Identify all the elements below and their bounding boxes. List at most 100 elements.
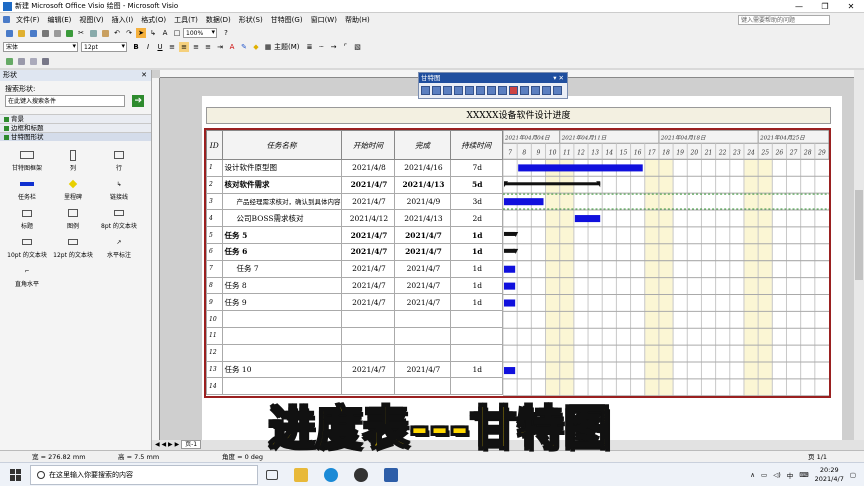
- align-left-icon[interactable]: ≡: [167, 42, 177, 52]
- task-end-cell[interactable]: 2021/4/7: [394, 360, 451, 379]
- shape-text-8pt[interactable]: 8pt 的文本块: [96, 207, 142, 230]
- table-row[interactable]: 8 任务 8 2021/4/7 2021/4/7 1d: [206, 276, 503, 295]
- task-name-cell[interactable]: [221, 310, 342, 328]
- table-row[interactable]: 2 核对软件需求 2021/4/7 2021/4/13 5d: [206, 175, 503, 194]
- shape-text-10pt[interactable]: 10pt 的文本块: [4, 236, 50, 259]
- task-start-cell[interactable]: 2021/4/7: [340, 242, 396, 261]
- theme-icon[interactable]: ▦: [263, 42, 273, 52]
- task-start-cell[interactable]: [340, 377, 396, 396]
- gantt-link-icon[interactable]: [542, 86, 551, 95]
- gantt-left-icon[interactable]: [520, 86, 529, 95]
- undo-icon[interactable]: ↶: [112, 28, 122, 38]
- help-icon[interactable]: ?: [221, 28, 231, 38]
- task-name-cell[interactable]: [221, 343, 342, 362]
- gantt-add-task-icon[interactable]: [498, 86, 507, 95]
- gantt-delete-icon[interactable]: [509, 86, 518, 95]
- cut-icon[interactable]: ✂: [76, 28, 86, 38]
- task-end-cell[interactable]: 2021/4/9: [394, 192, 451, 211]
- task-end-cell[interactable]: 2021/4/16: [394, 159, 451, 177]
- menu-window[interactable]: 窗口(W): [307, 15, 341, 25]
- line-ends-icon[interactable]: →: [329, 42, 339, 52]
- spelling-icon[interactable]: [64, 28, 74, 38]
- align-right-icon[interactable]: ≡: [191, 42, 201, 52]
- drawing-page[interactable]: XXXXX设备软件设计进度 ID 任务名称 开始时间 完成 持续时间 1 设计软件…: [202, 96, 842, 440]
- shape-right-angle-horizontal[interactable]: ⌐ 直角水平: [4, 265, 50, 289]
- windows-start-icon[interactable]: [10, 468, 22, 481]
- scroll-thumb[interactable]: [855, 190, 863, 280]
- task-start-cell[interactable]: 2021/4/7: [340, 226, 396, 244]
- vertical-scrollbar[interactable]: [854, 70, 864, 440]
- line-weight-icon[interactable]: ≣: [305, 42, 315, 52]
- connector-icon[interactable]: ↳: [148, 28, 158, 38]
- task-duration-cell[interactable]: 1d: [449, 242, 503, 261]
- shape-legend[interactable]: 图例: [50, 207, 96, 230]
- print-icon[interactable]: [40, 28, 50, 38]
- menu-file[interactable]: 文件(F): [12, 15, 44, 25]
- gantt-right-icon[interactable]: [531, 86, 540, 95]
- ime-indicator[interactable]: 中: [787, 470, 794, 480]
- task-id-cell[interactable]: 5: [206, 226, 223, 244]
- task-id-cell[interactable]: 2: [206, 175, 223, 194]
- task-duration-cell[interactable]: [449, 343, 503, 362]
- menu-insert[interactable]: 插入(I): [108, 15, 138, 25]
- col-id-header[interactable]: ID: [206, 130, 223, 160]
- task-name-cell[interactable]: 任务 8: [221, 276, 342, 295]
- task-id-cell[interactable]: 7: [206, 259, 223, 278]
- task-duration-cell[interactable]: 7d: [449, 159, 503, 177]
- edge-icon[interactable]: [324, 467, 338, 482]
- shape-title[interactable]: 标题: [4, 207, 50, 230]
- task-name-cell[interactable]: 产品经理需求核对，确认到具体内容: [221, 192, 342, 211]
- stencil-borders-titles[interactable]: 边框和标题: [0, 123, 151, 132]
- text-tool-icon[interactable]: A: [160, 28, 170, 38]
- task-start-cell[interactable]: 2021/4/7: [340, 276, 396, 295]
- text-color-icon[interactable]: A: [227, 42, 237, 52]
- task-start-cell[interactable]: 2021/4/7: [340, 192, 396, 211]
- table-row[interactable]: 10: [206, 310, 503, 328]
- menu-tools[interactable]: 工具(T): [170, 15, 202, 25]
- task-id-cell[interactable]: 13: [206, 360, 223, 379]
- menu-format[interactable]: 格式(O): [137, 15, 170, 25]
- task-id-cell[interactable]: 11: [206, 326, 223, 345]
- indent-icon[interactable]: ⇥: [215, 42, 225, 52]
- redo-icon[interactable]: ↷: [124, 28, 134, 38]
- close-icon[interactable]: ▾ ✕: [553, 73, 564, 83]
- stencil-gantt-shapes[interactable]: 甘特图形状: [0, 132, 151, 141]
- task-end-cell[interactable]: [394, 326, 451, 345]
- task-end-cell[interactable]: 2021/4/13: [394, 175, 451, 194]
- menu-gantt[interactable]: 甘特图(G): [267, 15, 307, 25]
- gantt-first-icon[interactable]: [421, 86, 430, 95]
- group-icon[interactable]: [16, 56, 26, 66]
- task-name-cell[interactable]: 任务 9: [221, 293, 342, 312]
- task-end-cell[interactable]: [394, 377, 451, 396]
- task-duration-cell[interactable]: 1d: [449, 293, 503, 312]
- task-name-cell[interactable]: 设计软件原型图: [221, 159, 342, 177]
- task-start-cell[interactable]: 2021/4/8: [340, 159, 396, 177]
- task-name-cell[interactable]: 任务 7: [221, 259, 342, 278]
- new-icon[interactable]: [4, 28, 14, 38]
- task-id-cell[interactable]: 14: [206, 377, 223, 396]
- pointer-icon[interactable]: ➤: [136, 28, 146, 38]
- font-select[interactable]: 宋体: [3, 42, 78, 52]
- task-end-cell[interactable]: 2021/4/7: [394, 276, 451, 295]
- table-row[interactable]: 1 设计软件原型图 2021/4/8 2021/4/16 7d: [206, 159, 503, 177]
- table-row[interactable]: 5 任务 5 2021/4/7 2021/4/7 1d: [206, 226, 503, 244]
- task-name-cell[interactable]: 公司BOSS需求核对: [221, 209, 342, 228]
- menu-data[interactable]: 数据(D): [202, 15, 235, 25]
- task-duration-cell[interactable]: [449, 377, 503, 396]
- menu-shape[interactable]: 形状(S): [235, 15, 267, 25]
- task-id-cell[interactable]: 1: [206, 159, 223, 177]
- bold-button[interactable]: B: [131, 42, 141, 52]
- task-end-cell[interactable]: [394, 310, 451, 328]
- keyboard-icon[interactable]: ⌨: [799, 471, 808, 479]
- shape-column[interactable]: 列: [50, 149, 96, 172]
- task-duration-cell[interactable]: 1d: [449, 360, 503, 379]
- corner-rounding-icon[interactable]: ⌜: [341, 42, 351, 52]
- shape-horizontal-callout[interactable]: ↗ 水平标注: [96, 236, 142, 260]
- drawing-canvas[interactable]: XXXXX设备软件设计进度 ID 任务名称 开始时间 完成 持续时间 1 设计软件…: [152, 70, 854, 440]
- font-size-select[interactable]: 12pt: [81, 42, 127, 52]
- help-search-input[interactable]: 键入需要帮助的问题: [738, 14, 830, 25]
- table-row[interactable]: 11: [206, 326, 503, 345]
- tray-chevron-icon[interactable]: ∧: [750, 471, 755, 479]
- task-name-cell[interactable]: 任务 10: [221, 360, 342, 379]
- task-start-cell[interactable]: [340, 343, 396, 362]
